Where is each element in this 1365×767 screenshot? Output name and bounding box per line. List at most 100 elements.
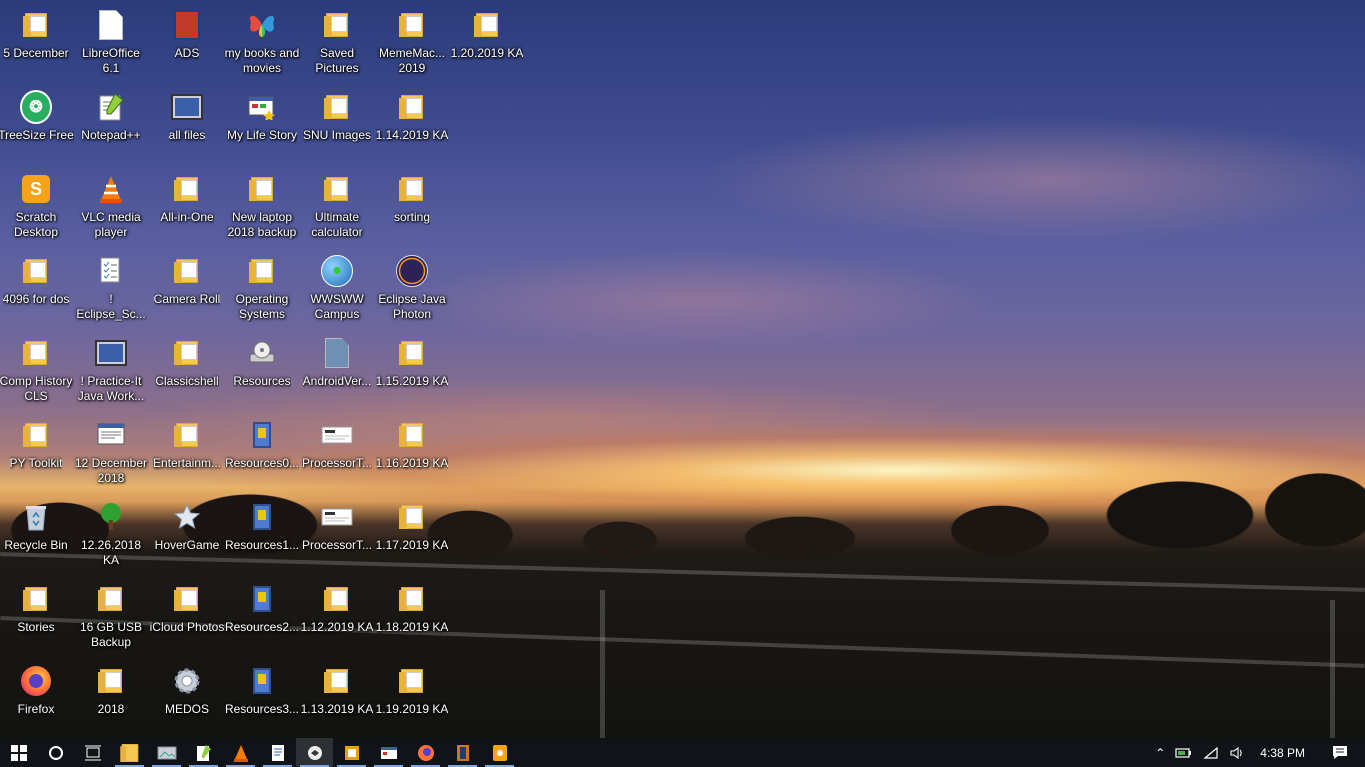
paint-button[interactable]	[333, 738, 370, 767]
notepadpp-button[interactable]	[185, 738, 222, 767]
desktop-icon[interactable]: MEDOS	[149, 658, 225, 738]
desktop-icon[interactable]: VLC media player	[73, 166, 149, 248]
scratch-icon	[492, 744, 508, 762]
desktop-icon[interactable]: Operating Systems	[224, 248, 300, 330]
desktop-icon-label: PY Toolkit	[9, 456, 63, 470]
desktop-icon[interactable]: My Life Story	[224, 84, 300, 166]
action-center-notification-icon[interactable]	[1315, 738, 1365, 767]
desktop-icon[interactable]: 1.17.2019 KA	[374, 494, 450, 576]
folder-icon	[396, 418, 428, 452]
desktop-icon[interactable]: Saved Pictures	[299, 2, 375, 84]
snipping-icon	[306, 744, 324, 762]
desktop-icon[interactable]: sorting	[374, 166, 450, 248]
desktop-icon[interactable]: 1.20.2019 KA	[449, 2, 525, 84]
desktop-icon[interactable]: AndroidVer...	[299, 330, 375, 412]
desktop-icon-label: My Life Story	[226, 128, 298, 142]
desktop-icon[interactable]: Camera Roll	[149, 248, 225, 330]
desktop-icon[interactable]: ❂ TreeSize Free	[0, 84, 74, 166]
desktop-icon[interactable]: 1.13.2019 KA	[299, 658, 375, 738]
desktop-icon[interactable]: ● WWSWW Campus	[299, 248, 375, 330]
desktop-icon[interactable]: ProcessorT...	[299, 412, 375, 494]
desktop-icon[interactable]: Resources	[224, 330, 300, 412]
desktop-icon[interactable]: Notepad++	[73, 84, 149, 166]
desktop-icon[interactable]: my books and movies	[224, 2, 300, 84]
desktop-icon[interactable]: 1.14.2019 KA	[374, 84, 450, 166]
folder-icon	[396, 582, 428, 616]
desktop-icon[interactable]: iCloud Photos	[149, 576, 225, 658]
start-button[interactable]	[0, 738, 37, 767]
battery-icon[interactable]	[1170, 738, 1198, 767]
desktop-icon[interactable]: 2018	[73, 658, 149, 738]
vlc-button[interactable]	[222, 738, 259, 767]
volume-icon[interactable]	[1224, 738, 1250, 767]
clock-time[interactable]: 4:38 PM	[1250, 738, 1315, 767]
desktop-icon[interactable]: Comp History CLS	[0, 330, 74, 412]
desktop-icon[interactable]: Recycle Bin	[0, 494, 74, 576]
desktop-icon[interactable]: ADS	[149, 2, 225, 84]
snipping-button[interactable]	[296, 738, 333, 767]
desktop-icon[interactable]: Eclipse Java Photon	[374, 248, 450, 330]
desktop-icon[interactable]: ! Practice-It Java Work...	[73, 330, 149, 412]
firefox-button[interactable]	[407, 738, 444, 767]
desktop-icon[interactable]: 12.26.2018 KA	[73, 494, 149, 576]
desktop-icon[interactable]: Resources0...	[224, 412, 300, 494]
desktop-icon-label: Classicshell	[155, 374, 219, 388]
desktop-icon[interactable]: All-in-One	[149, 166, 225, 248]
butterfly-icon	[246, 8, 278, 42]
desktop-icon[interactable]: Resources2...	[224, 576, 300, 658]
desktop-icon[interactable]: 4096 for dos	[0, 248, 74, 330]
taskbar: ⌃ 4:38 PM	[0, 738, 1365, 767]
document-button[interactable]	[259, 738, 296, 767]
app-window-button[interactable]	[370, 738, 407, 767]
desktop-icon-label: MemeMac... 2019	[378, 46, 445, 75]
desktop-icon[interactable]: S Scratch Desktop	[0, 166, 74, 248]
show-hidden-icons-chevron-icon[interactable]: ⌃	[1150, 738, 1170, 767]
desktop-icon-label: Resources	[233, 374, 291, 388]
desktop-icon[interactable]: 16 GB USB Backup	[73, 576, 149, 658]
desktop-icon[interactable]: PY Toolkit	[0, 412, 74, 494]
wallpaper-fence-post	[600, 590, 605, 738]
scratch-button[interactable]	[481, 738, 518, 767]
desktop-icon[interactable]: 5 December	[0, 2, 74, 84]
desktop-icon[interactable]: Stories	[0, 576, 74, 658]
desktop-icon[interactable]: 1.19.2019 KA	[374, 658, 450, 738]
desktop-icon[interactable]: 1.12.2019 KA	[299, 576, 375, 658]
desktop-icon[interactable]: 1.15.2019 KA	[374, 330, 450, 412]
folder-icon	[20, 582, 52, 616]
desktop-icon[interactable]: ProcessorT...	[299, 494, 375, 576]
desktop-icon[interactable]: MemeMac... 2019	[374, 2, 450, 84]
desktop-icon-label: 4096 for dos	[2, 292, 70, 306]
desktop-icon[interactable]: ! Eclipse_Sc...	[73, 248, 149, 330]
desktop-icon[interactable]: 1.18.2019 KA	[374, 576, 450, 658]
desktop-icon[interactable]: Entertainm...	[149, 412, 225, 494]
screenshot-icon	[321, 500, 353, 534]
folder-icon	[20, 254, 52, 288]
desktop-icon[interactable]: all files	[149, 84, 225, 166]
desktop-icon[interactable]: Resources1...	[224, 494, 300, 576]
desktop-icon[interactable]: Firefox	[0, 658, 74, 738]
cortana-button[interactable]	[37, 738, 74, 767]
task-view-button[interactable]	[74, 738, 111, 767]
file-explorer-button[interactable]	[111, 738, 148, 767]
desktop-icon-label: Ultimate calculator	[311, 210, 363, 239]
folder-icon	[95, 582, 127, 616]
gear-icon	[171, 664, 203, 698]
desktop-icon[interactable]: 12 December 2018	[73, 412, 149, 494]
desktop-icon[interactable]: Ultimate calculator	[299, 166, 375, 248]
desktop-icon[interactable]: LibreOffice 6.1	[73, 2, 149, 84]
desktop-icon[interactable]: Resources3...	[224, 658, 300, 738]
desktop-icon-label: 1.17.2019 KA	[375, 538, 449, 552]
desktop-icon[interactable]: SNU Images	[299, 84, 375, 166]
desktop-icon-label: New laptop 2018 backup	[227, 210, 297, 239]
file-icon	[321, 336, 353, 370]
desktop-icon[interactable]: HoverGame	[149, 494, 225, 576]
desktop-icon[interactable]: Classicshell	[149, 330, 225, 412]
wifi-icon[interactable]	[1198, 738, 1224, 767]
photos-app-button[interactable]	[148, 738, 185, 767]
checklist-icon	[95, 254, 127, 288]
desktop-icon[interactable]: 1.16.2019 KA	[374, 412, 450, 494]
vlc-icon	[95, 172, 127, 206]
desktop-icon[interactable]: New laptop 2018 backup	[224, 166, 300, 248]
desktop-icon-label: Resources0...	[224, 456, 300, 470]
media-button[interactable]	[444, 738, 481, 767]
